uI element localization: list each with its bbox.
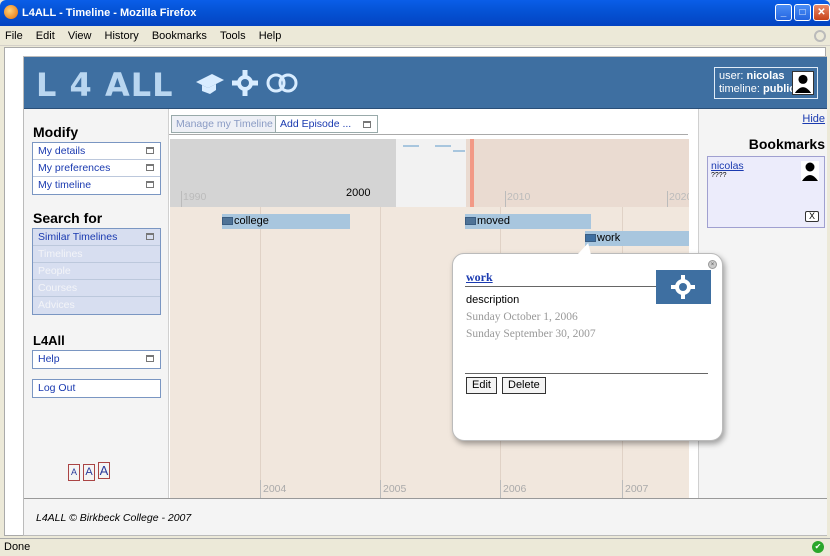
overview-tick: 2020 [667, 191, 689, 207]
popup-start-date: Sunday October 1, 2006 [466, 311, 578, 323]
menu-help[interactable]: Help [254, 26, 287, 42]
font-medium-button[interactable]: A [83, 464, 95, 481]
tab-bar: Manage my Timeline Add Episode ... [169, 115, 688, 135]
status-ok-icon: ✔ [812, 541, 824, 553]
year-tick: 2004 [260, 480, 286, 498]
graduation-cap-icon[interactable] [194, 70, 226, 96]
search-heading: Search for [33, 210, 103, 226]
page-footer: L4ALL © Birkbeck College - 2007 [24, 498, 827, 535]
bookmark-avatar [801, 161, 819, 181]
overview-tick: 1990 [181, 191, 206, 207]
popup-icon [146, 355, 154, 362]
overview-tick: 2010 [505, 191, 530, 207]
menu-my-details[interactable]: My details [33, 143, 160, 160]
popup-description: description [466, 294, 520, 306]
modify-menu: My details My preferences My timeline [32, 142, 161, 195]
overview-mark [403, 145, 419, 147]
l4all-menu: Help [32, 350, 161, 369]
remove-bookmark-button[interactable]: X [805, 211, 819, 222]
close-popup-icon[interactable]: × [708, 260, 717, 269]
logout-box: Log Out [32, 379, 161, 398]
throbber-icon [814, 30, 826, 42]
search-menu: Similar Timelines Timelines People Cours… [32, 228, 161, 315]
episode-icon [222, 217, 233, 226]
left-sidebar: Modify My details My preferences My time… [24, 109, 168, 498]
popup-icon [146, 164, 154, 171]
menu-advices[interactable]: Advices [33, 297, 160, 314]
bookmarks-heading: Bookmarks [748, 136, 825, 152]
gear-icon [656, 270, 711, 304]
menu-courses[interactable]: Courses [33, 280, 160, 297]
gear-icon [585, 234, 596, 243]
tab-add-episode[interactable]: Add Episode ... [275, 115, 378, 133]
bookmark-card: nicolas ???? X [707, 156, 825, 228]
year-tick: 2005 [380, 480, 406, 498]
font-small-button[interactable]: A [68, 464, 80, 481]
popup-title-link[interactable]: work [466, 270, 493, 285]
close-window-button[interactable]: ✕ [813, 4, 830, 21]
popup-divider [465, 373, 708, 374]
popup-icon [363, 121, 371, 128]
menu-bookmarks[interactable]: Bookmarks [147, 26, 212, 42]
tab-manage-timeline[interactable]: Manage my Timeline [171, 115, 278, 133]
font-size-controls: AAA [68, 462, 113, 481]
maximize-button[interactable]: □ [794, 4, 811, 21]
year-tick: 2007 [622, 480, 648, 498]
gear-icon[interactable] [231, 69, 259, 97]
menu-people[interactable]: People [33, 263, 160, 280]
menu-tools[interactable]: Tools [215, 26, 251, 42]
menu-my-timeline[interactable]: My timeline [33, 177, 160, 194]
overview-mark [435, 145, 451, 147]
modify-heading: Modify [33, 124, 79, 140]
user-info: user: nicolas timeline: public [714, 67, 818, 99]
minimize-button[interactable]: _ [775, 4, 792, 21]
episode-college[interactable]: college [222, 214, 350, 229]
logout-link[interactable]: Log Out [33, 380, 160, 397]
menu-my-preferences[interactable]: My preferences [33, 160, 160, 177]
menu-timelines[interactable]: Timelines [33, 246, 160, 263]
popup-divider [465, 286, 659, 287]
hide-link[interactable]: Hide [802, 113, 825, 125]
episode-popup: × work description Sunday October 1, 200… [452, 243, 723, 441]
window-titlebar: L4ALL - Timeline - Mozilla Firefox _ □ ✕ [0, 0, 830, 26]
popup-end-date: Sunday September 30, 2007 [466, 328, 596, 340]
user-name: nicolas [746, 70, 785, 82]
menu-similar-timelines[interactable]: Similar Timelines [33, 229, 160, 246]
site-logo: L 4 ALL [36, 66, 174, 104]
overview-mark [453, 150, 465, 152]
status-bar: Done ✔ [0, 538, 830, 556]
link-rings-icon[interactable] [265, 73, 299, 93]
menu-history[interactable]: History [100, 26, 144, 42]
grid-line [380, 207, 381, 497]
delete-button[interactable]: Delete [502, 377, 546, 394]
timeline-visibility: public [763, 83, 796, 95]
menu-edit[interactable]: Edit [31, 26, 60, 42]
menu-view[interactable]: View [63, 26, 97, 42]
timeline-overview-band[interactable]: 1990 2000 2010 2020 [170, 139, 689, 207]
window-title: L4ALL - Timeline - Mozilla Firefox [22, 7, 197, 19]
edit-button[interactable]: Edit [466, 377, 497, 394]
font-large-button[interactable]: A [98, 462, 110, 479]
popup-icon [146, 181, 154, 188]
l4all-heading: L4All [33, 333, 65, 348]
site-header: L 4 ALL user: nicolas timeline: public [24, 57, 827, 109]
popup-icon [146, 233, 154, 240]
bookmark-user-link[interactable]: nicolas [711, 160, 744, 172]
episode-icon [465, 217, 476, 226]
episode-moved[interactable]: moved [465, 214, 591, 229]
menu-file[interactable]: File [0, 26, 28, 42]
episode-work[interactable]: work [585, 231, 689, 246]
menu-help-link[interactable]: Help [33, 351, 160, 368]
bookmark-subtitle: ???? [711, 172, 727, 179]
popup-icon [146, 147, 154, 154]
firefox-icon [4, 5, 18, 19]
copyright-text: L4ALL © Birkbeck College - 2007 [36, 512, 192, 524]
grid-line [260, 207, 261, 497]
overview-tick-current: 2000 [346, 187, 371, 199]
avatar [792, 71, 814, 95]
menu-bar: File Edit View History Bookmarks Tools H… [0, 26, 830, 46]
year-tick: 2006 [500, 480, 526, 498]
status-text: Done [4, 541, 31, 553]
current-date-marker [470, 139, 474, 207]
